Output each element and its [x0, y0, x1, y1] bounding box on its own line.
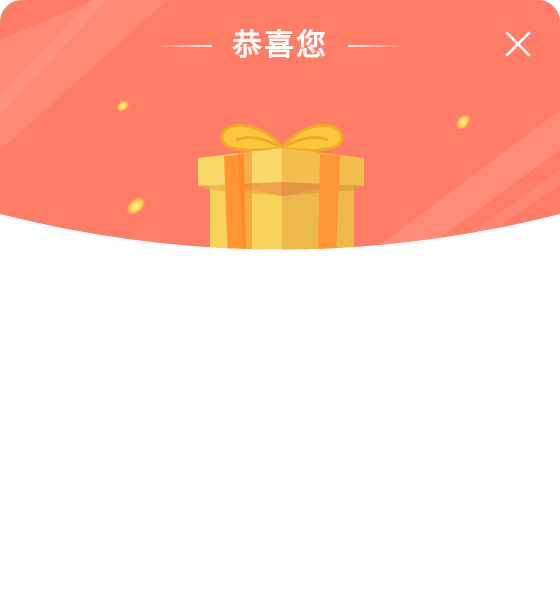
close-button[interactable] — [500, 26, 536, 62]
dialog-content — [0, 260, 560, 590]
close-icon — [505, 31, 531, 57]
title-divider-left — [156, 45, 212, 47]
dialog-title: 恭喜您 — [232, 28, 328, 63]
reward-dialog: 恭喜您 — [0, 0, 560, 590]
title-divider-right — [348, 45, 404, 47]
title-bar: 恭喜您 — [0, 24, 560, 68]
